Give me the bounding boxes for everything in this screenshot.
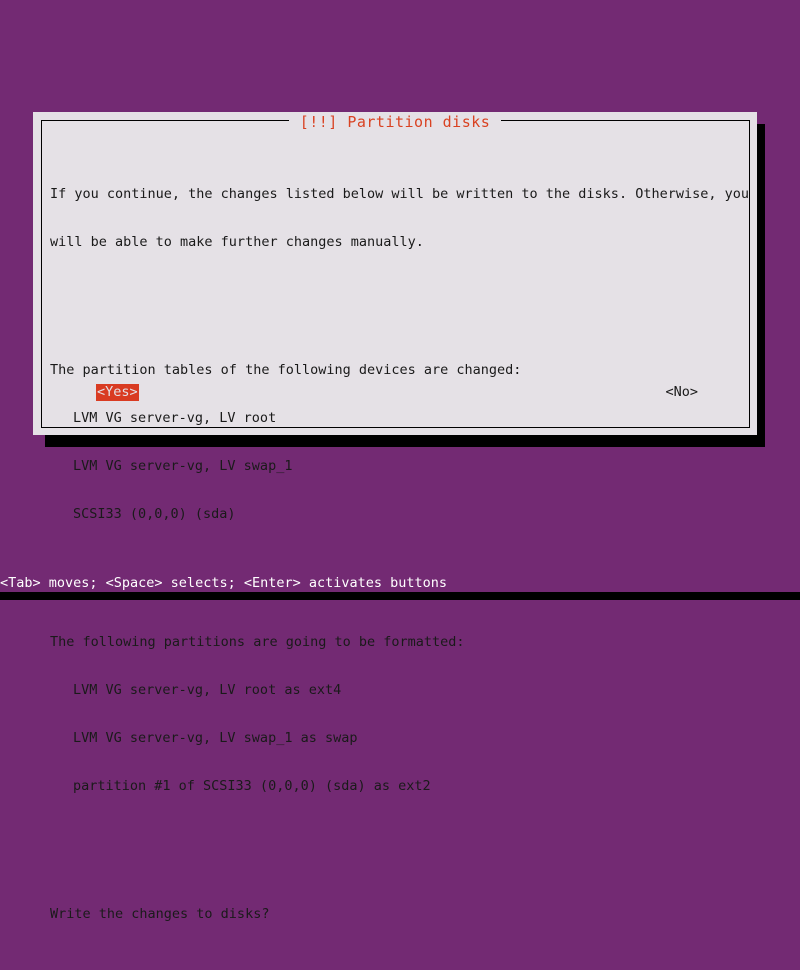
yes-button[interactable]: <Yes> — [96, 384, 139, 401]
changed-device-item: LVM VG server-vg, LV swap_1 — [73, 458, 293, 474]
dialog-body: If you continue, the changes listed belo… — [50, 138, 749, 922]
dialog-button-row: <Yes> <No> — [50, 384, 743, 402]
formatted-partition-item: LVM VG server-vg, LV root as ext4 — [73, 682, 342, 698]
bottom-black-strip — [0, 592, 800, 600]
no-button[interactable]: <No> — [664, 384, 699, 401]
formatted-partition-item: LVM VG server-vg, LV swap_1 as swap — [73, 730, 358, 746]
intro-line-1: If you continue, the changes listed belo… — [50, 186, 749, 202]
formatted-partition-item: partition #1 of SCSI33 (0,0,0) (sda) as … — [73, 778, 431, 794]
changed-device-item: SCSI33 (0,0,0) (sda) — [73, 506, 236, 522]
confirmation-question: Write the changes to disks? — [50, 906, 270, 922]
partition-disks-dialog: [!!] Partition disks If you continue, th… — [33, 112, 757, 922]
intro-line-2: will be able to make further changes man… — [50, 234, 424, 250]
changed-device-item: LVM VG server-vg, LV root — [73, 410, 277, 426]
changed-devices-heading: The partition tables of the following de… — [50, 362, 522, 378]
keyboard-hint-status-bar: <Tab> moves; <Space> selects; <Enter> ac… — [0, 575, 448, 591]
formatted-partitions-heading: The following partitions are going to be… — [50, 634, 465, 650]
